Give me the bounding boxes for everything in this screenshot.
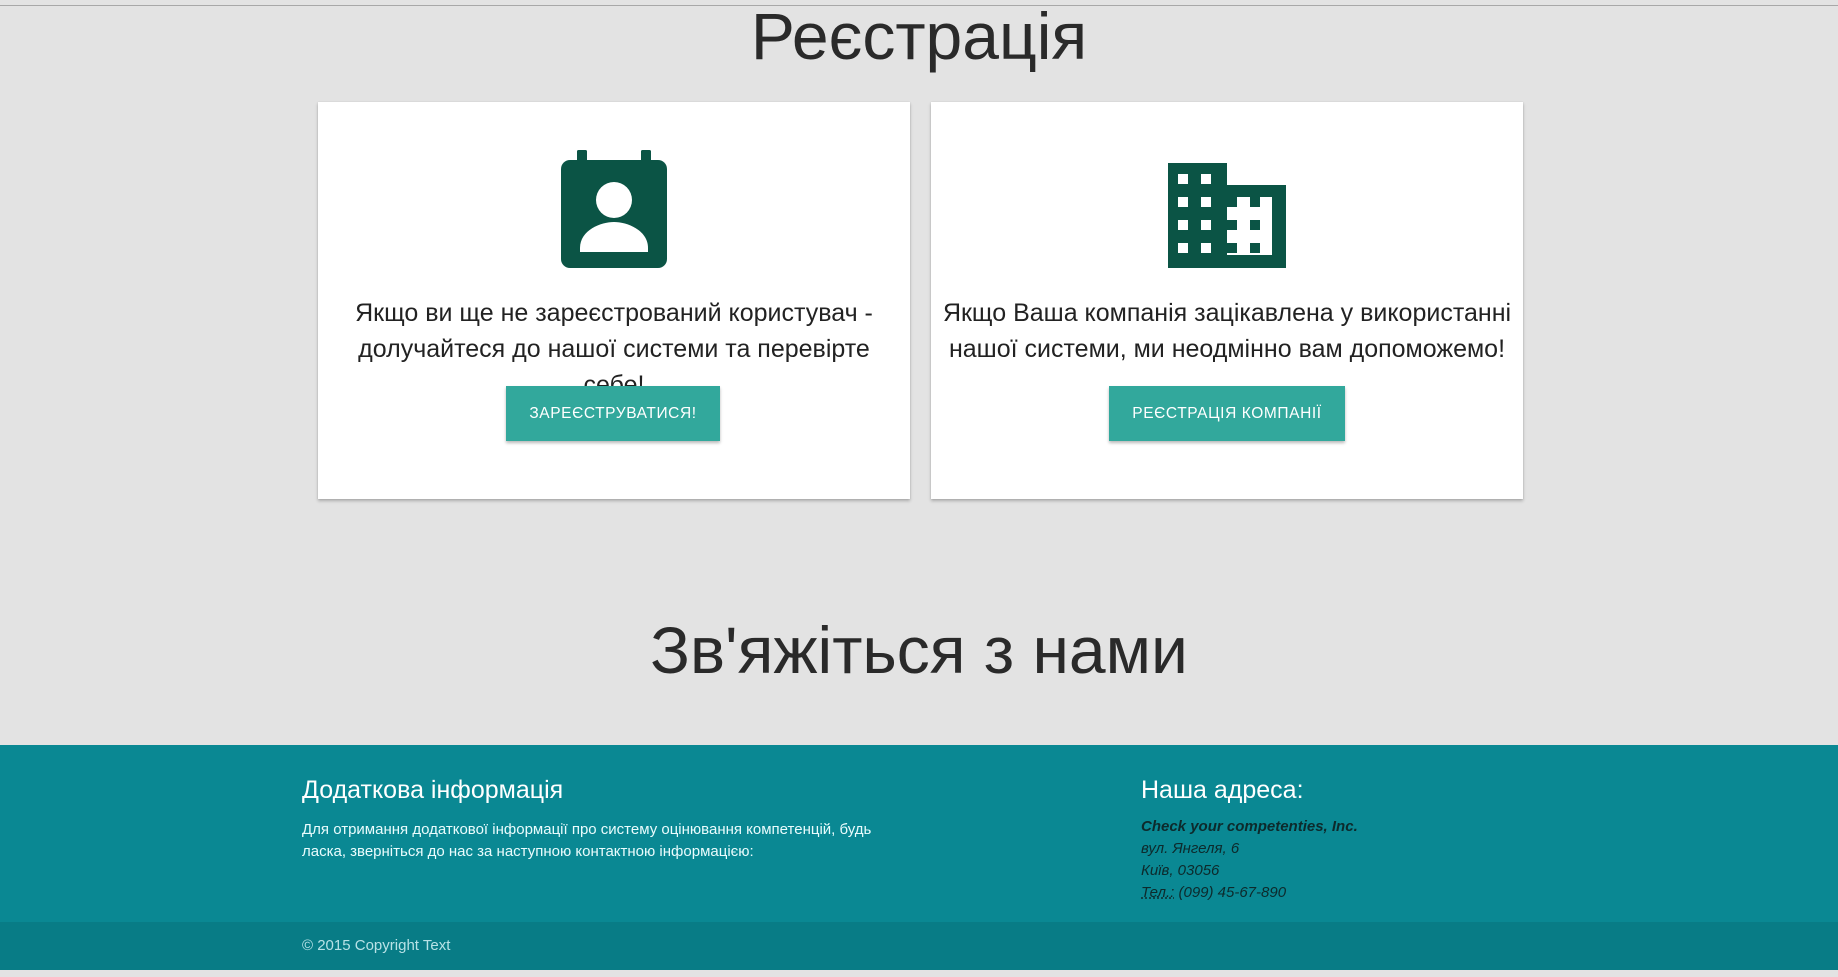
- address-block: Check your competenties, Inc. вул. Янгел…: [1141, 816, 1358, 904]
- footer-info-text: Для отримання додаткової інформації про …: [302, 821, 872, 860]
- address-street: вул. Янгеля, 6: [1141, 840, 1240, 857]
- footer-info-title: Додаткова інформація: [302, 776, 564, 804]
- company-registration-text: Якщо Ваша компанія зацікавлена у викорис…: [942, 299, 1512, 363]
- company-registration-card: Якщо Ваша компанія зацікавлена у викорис…: [931, 102, 1523, 499]
- footer-address-title: Наша адреса:: [1141, 776, 1304, 804]
- company-registration-button[interactable]: Реєстрація компанії: [1109, 386, 1345, 441]
- address-phone: Тел.: (099) 45-67-890: [1141, 882, 1358, 904]
- user-registration-card: Якщо ви ще не зареєстрований користувач …: [318, 102, 910, 499]
- copyright-bar: © 2015 Copyright Text: [0, 922, 1838, 970]
- address-company: Check your competenties, Inc.: [1141, 818, 1358, 835]
- business-building-icon: [931, 142, 1523, 268]
- phone-value: (099) 45-67-890: [1174, 884, 1287, 901]
- address-city: Київ, 03056: [1141, 862, 1220, 879]
- contact-calendar-icon: [318, 142, 910, 268]
- copyright-text: © 2015 Copyright Text: [302, 937, 451, 954]
- footer: Додаткова інформація Для отримання додат…: [0, 745, 1838, 922]
- bottom-strip: [0, 970, 1838, 977]
- phone-label: Тел.:: [1141, 884, 1175, 901]
- register-button[interactable]: Зареєструватися!: [506, 386, 720, 441]
- registration-title: Реєстрація: [750, 0, 1088, 73]
- contact-title: Зв'яжіться з нами: [650, 613, 1188, 687]
